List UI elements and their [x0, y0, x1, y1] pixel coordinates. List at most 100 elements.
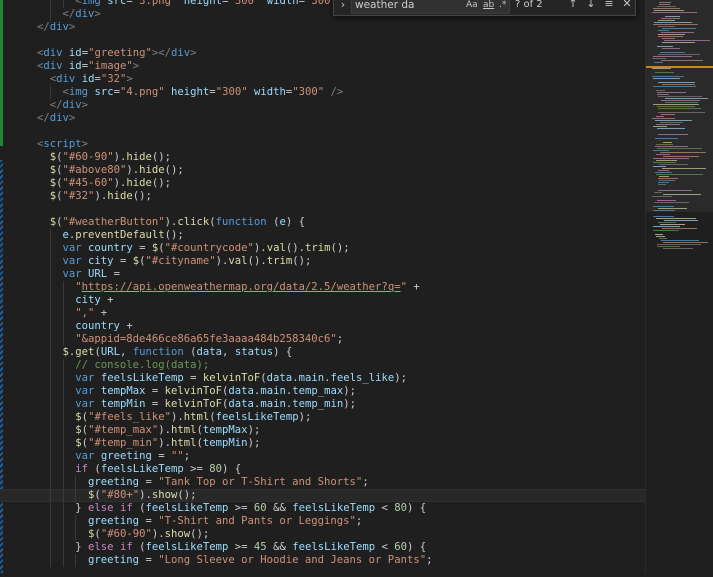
code-token: tempMin	[202, 437, 248, 449]
code-token: ).	[139, 489, 152, 501]
code-token: $	[75, 411, 82, 423]
code-token: >=	[228, 502, 254, 514]
previous-match-icon[interactable]: ↑	[566, 0, 580, 11]
code-token: ().	[247, 255, 267, 267]
code-token: "#cityname"	[145, 255, 216, 267]
code-line: greeting = "Long Sleeve or Hoodie and Je…	[37, 554, 432, 567]
code-token: width	[253, 86, 286, 98]
code-line: $("#weatherButton").click(function (e) {	[37, 216, 432, 229]
code-token: show	[164, 528, 191, 540]
code-token: feels_like	[330, 372, 395, 384]
code-token: greeting	[88, 476, 140, 488]
minimap[interactable]	[645, 0, 713, 573]
code-token: temp_min	[292, 398, 344, 410]
code-token: "greeting"	[88, 47, 152, 59]
code-token: =	[139, 554, 159, 566]
code-line: var tempMax = kelvinToF(data.main.temp_m…	[37, 385, 432, 398]
code-token: ).	[215, 255, 229, 267]
match-case-button[interactable]: Aa	[466, 0, 478, 12]
code-token: }	[75, 502, 89, 514]
code-token: "4.png"	[119, 86, 165, 98]
close-find-icon[interactable]: ✕	[620, 0, 634, 11]
code-token: >	[94, 8, 101, 20]
code-token: "#60-90"	[100, 528, 152, 540]
code-token: </	[37, 112, 50, 124]
code-token: >	[68, 21, 76, 33]
code-token: ;	[362, 476, 369, 488]
code-line: <script>	[37, 138, 432, 151]
code-token: div	[56, 73, 76, 85]
code-line: if (feelsLikeTemp >= 80) {	[37, 463, 432, 476]
code-token: trim	[266, 255, 293, 267]
code-line: "https://api.openweathermap.org/data/2.5…	[37, 281, 432, 294]
code-token: ().	[285, 242, 305, 254]
code-token: var	[75, 385, 95, 397]
code-token: );	[247, 424, 261, 436]
code-token: (	[260, 372, 267, 384]
code-token: ).	[94, 190, 108, 202]
next-match-icon[interactable]: ↓	[584, 0, 598, 11]
code-line: var greeting = "";	[37, 450, 432, 463]
code-token: id	[81, 73, 95, 85]
code-token: ();	[151, 177, 171, 189]
code-token: img	[68, 86, 89, 98]
find-in-selection-icon[interactable]: ≡	[602, 0, 616, 11]
code-token: if	[119, 541, 133, 553]
code-token: preventDefault	[75, 229, 165, 241]
code-token: >=	[228, 541, 254, 553]
minimap-line	[663, 248, 693, 249]
code-token: main	[298, 372, 325, 384]
whole-word-button[interactable]: ab	[483, 0, 494, 12]
code-line: var country = $("#countrycode").val().tr…	[37, 242, 432, 255]
regex-button[interactable]: .*	[499, 0, 506, 12]
code-token: data	[196, 346, 223, 358]
code-token: $	[75, 437, 82, 449]
code-token: ;	[336, 333, 344, 345]
code-token: val	[266, 242, 286, 254]
code-line: $.get(URL, function (data, status) {	[37, 346, 432, 359]
code-token: feelsLikeTemp	[100, 463, 184, 475]
code-line: greeting = "Tank Top or T-Shirt and Shor…	[37, 476, 432, 489]
code-line: var tempMin = kelvinToF(data.main.temp_m…	[37, 398, 432, 411]
minimap-slider[interactable]	[646, 0, 713, 212]
code-token: 60	[394, 541, 408, 553]
code-line: <div id="greeting"></div>	[37, 47, 432, 60]
code-token: id	[68, 47, 82, 59]
minimap-line	[663, 242, 708, 243]
code-token: (	[94, 528, 101, 540]
code-token: ).	[253, 242, 267, 254]
code-token: temp_max	[292, 385, 344, 397]
code-token: =	[139, 476, 159, 488]
code-token: }	[75, 541, 89, 553]
code-token: (	[132, 502, 146, 514]
code-token: "&appid=8de466ce86a65fe3aaaa484b258340c6…	[75, 333, 337, 345]
toggle-replace-chevron-icon[interactable]: ›	[336, 0, 350, 12]
code-token: src	[94, 86, 114, 98]
find-input[interactable]: weather da Aa ab .*	[351, 0, 510, 14]
code-token: (	[209, 411, 216, 423]
code-token: "#countrycode"	[164, 242, 254, 254]
code-token: click	[177, 216, 210, 228]
code-line: <div id="32">	[37, 73, 432, 86]
code-token: 45	[253, 541, 267, 553]
minimap-line	[653, 226, 680, 227]
code-editor[interactable]: <img src="3.png" height="300" width="300…	[0, 0, 645, 573]
code-token: feelsLikeTemp	[100, 372, 184, 384]
code-line: $("#temp_max").html(tempMax);	[37, 424, 432, 437]
code-token: ,	[222, 346, 235, 358]
